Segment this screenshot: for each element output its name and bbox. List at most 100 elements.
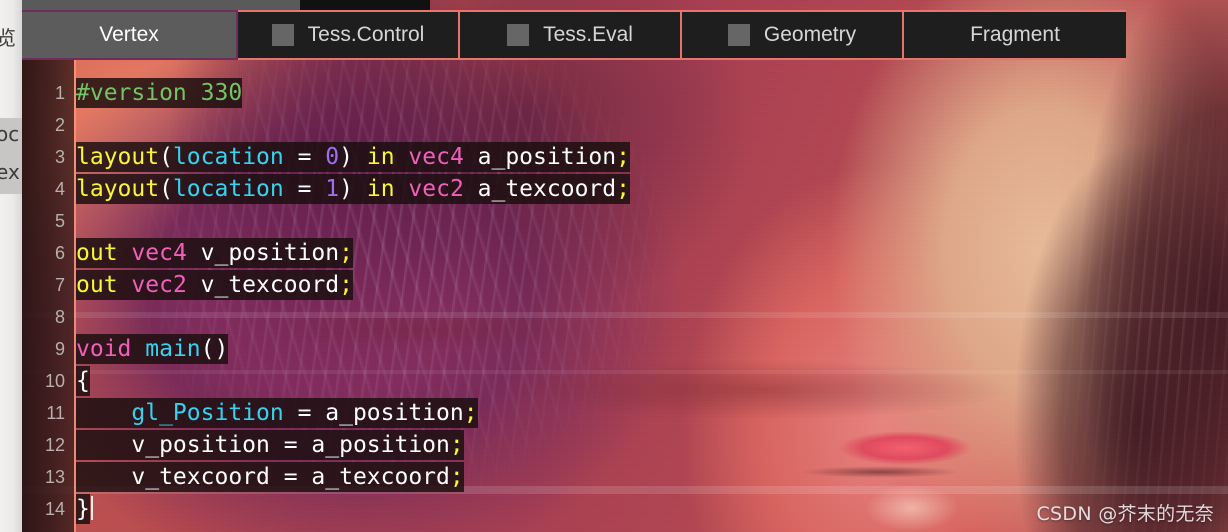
code-token: layout	[76, 144, 160, 170]
line-number: 6	[54, 243, 65, 263]
code-token: gl_Position	[131, 400, 284, 426]
code-token: )	[339, 176, 367, 202]
code-line-text: }	[76, 494, 90, 524]
upper-toolbar-sliver-rest	[300, 0, 430, 10]
line-number: 13	[44, 467, 65, 487]
tab-fragment-label: Fragment	[970, 23, 1060, 46]
line-number: 12	[44, 435, 65, 455]
code-token: ;	[449, 432, 464, 458]
code-token: (	[159, 144, 173, 170]
code-line[interactable]: layout(location = 0) in vec4 a_position;	[76, 141, 630, 173]
watermark: CSDN @芥末的无奈	[1036, 503, 1214, 525]
code-token: ;	[339, 272, 353, 298]
code-line[interactable]: }	[76, 493, 93, 525]
code-line[interactable]: #version 330	[76, 77, 243, 109]
upper-toolbar-sliver	[22, 0, 1228, 10]
tab-fragment[interactable]: Fragment	[904, 10, 1126, 60]
code-token: #version 330	[76, 80, 243, 106]
code-token: ()	[200, 336, 229, 362]
tab-tess-eval[interactable]: Tess.Eval	[460, 10, 682, 60]
code-token: =	[283, 176, 326, 202]
code-token: v_position	[186, 240, 340, 266]
code-line-text: layout(location = 1) in vec2 a_texcoord;	[76, 174, 630, 204]
code-line[interactable]: out vec4 v_position;	[76, 237, 353, 269]
code-line-text: void main()	[76, 334, 229, 364]
upper-toolbar-sliver-active	[22, 0, 300, 10]
line-number: 9	[54, 339, 65, 359]
code-token: location	[172, 144, 284, 170]
code-token: v_texcoord = a_texcoord	[76, 464, 450, 490]
checkbox-icon[interactable]	[727, 24, 750, 46]
code-token: ;	[339, 240, 353, 266]
line-number: 10	[44, 371, 65, 391]
line-number: 4	[54, 179, 65, 199]
tab-tess-eval-label: Tess.Eval	[543, 23, 633, 46]
code-line[interactable]: void main()	[76, 333, 229, 365]
text-caret	[90, 496, 93, 520]
shader-editor-window: 览 oc ex Vertex Tess.Control Tess.Eval Ge…	[0, 0, 1228, 532]
code-token: vec4	[408, 144, 464, 170]
code-line-text: gl_Position = a_position;	[76, 398, 478, 428]
code-line[interactable]: {	[76, 365, 90, 397]
code-line[interactable]: gl_Position = a_position;	[76, 397, 478, 429]
line-number: 11	[46, 403, 65, 423]
line-number: 1	[54, 83, 65, 103]
code-token: = a_position	[283, 400, 464, 426]
left-panel-item-1[interactable]: oc	[0, 118, 22, 156]
code-line[interactable]: layout(location = 1) in vec2 a_texcoord;	[76, 173, 630, 205]
code-line-text: layout(location = 0) in vec4 a_position;	[76, 142, 630, 172]
code-token: in	[366, 144, 395, 170]
code-token: ;	[449, 464, 464, 490]
left-panel-item-1-label: oc	[0, 122, 20, 146]
code-token: ;	[616, 144, 630, 170]
code-token: main	[145, 336, 201, 362]
left-panel-item-2[interactable]: ex	[0, 156, 22, 194]
code-line-text: {	[76, 366, 90, 396]
code-token: 0	[325, 144, 340, 170]
tabbar-filler	[1126, 10, 1228, 60]
code-line[interactable]: v_position = a_position;	[76, 429, 464, 461]
line-number: 8	[54, 307, 65, 327]
line-number: 3	[54, 147, 65, 167]
code-token: =	[283, 144, 326, 170]
code-token: out	[76, 240, 118, 266]
code-line[interactable]: v_texcoord = a_texcoord;	[76, 461, 464, 493]
code-line[interactable]: out vec2 v_texcoord;	[76, 269, 353, 301]
code-token: (	[159, 176, 173, 202]
code-token: vec2	[131, 272, 187, 298]
line-number: 14	[44, 499, 65, 519]
left-panel-item-0[interactable]: 览	[0, 22, 22, 56]
code-token: 1	[325, 176, 340, 202]
code-token: a_position	[463, 144, 617, 170]
code-token: )	[339, 144, 367, 170]
line-number: 5	[54, 211, 65, 231]
tab-vertex[interactable]: Vertex	[22, 10, 238, 60]
line-number-gutter: 1 2 3 4 5 6 7 8 9 10 11 12 13 14	[22, 60, 74, 532]
code-editor[interactable]: 1 2 3 4 5 6 7 8 9 10 11 12 13 14 #version 330 layout(l…	[22, 60, 1228, 532]
left-panel-item-2-label: ex	[0, 160, 20, 184]
tab-geometry-label: Geometry	[763, 23, 857, 46]
code-line-text: #version 330	[76, 78, 243, 108]
code-token: ;	[463, 400, 478, 426]
shader-stage-tabbar: Vertex Tess.Control Tess.Eval Geometry F…	[22, 10, 1228, 60]
code-token: ;	[616, 176, 630, 202]
tab-vertex-label: Vertex	[99, 23, 159, 46]
code-token: location	[172, 176, 284, 202]
code-area[interactable]: #version 330 layout(location = 0) in vec4…	[76, 60, 1228, 532]
checkbox-icon[interactable]	[507, 24, 530, 46]
tab-geometry[interactable]: Geometry	[682, 10, 904, 60]
left-side-panel[interactable]: 览 oc ex	[0, 0, 22, 532]
code-token: vec2	[408, 176, 464, 202]
code-line-text: out vec2 v_texcoord;	[76, 270, 353, 300]
code-token: }	[76, 496, 90, 522]
tab-tess-control[interactable]: Tess.Control	[238, 10, 460, 60]
code-token: v_texcoord	[186, 272, 340, 298]
left-panel-item-0-label: 览	[0, 26, 16, 50]
checkbox-icon[interactable]	[271, 24, 294, 46]
